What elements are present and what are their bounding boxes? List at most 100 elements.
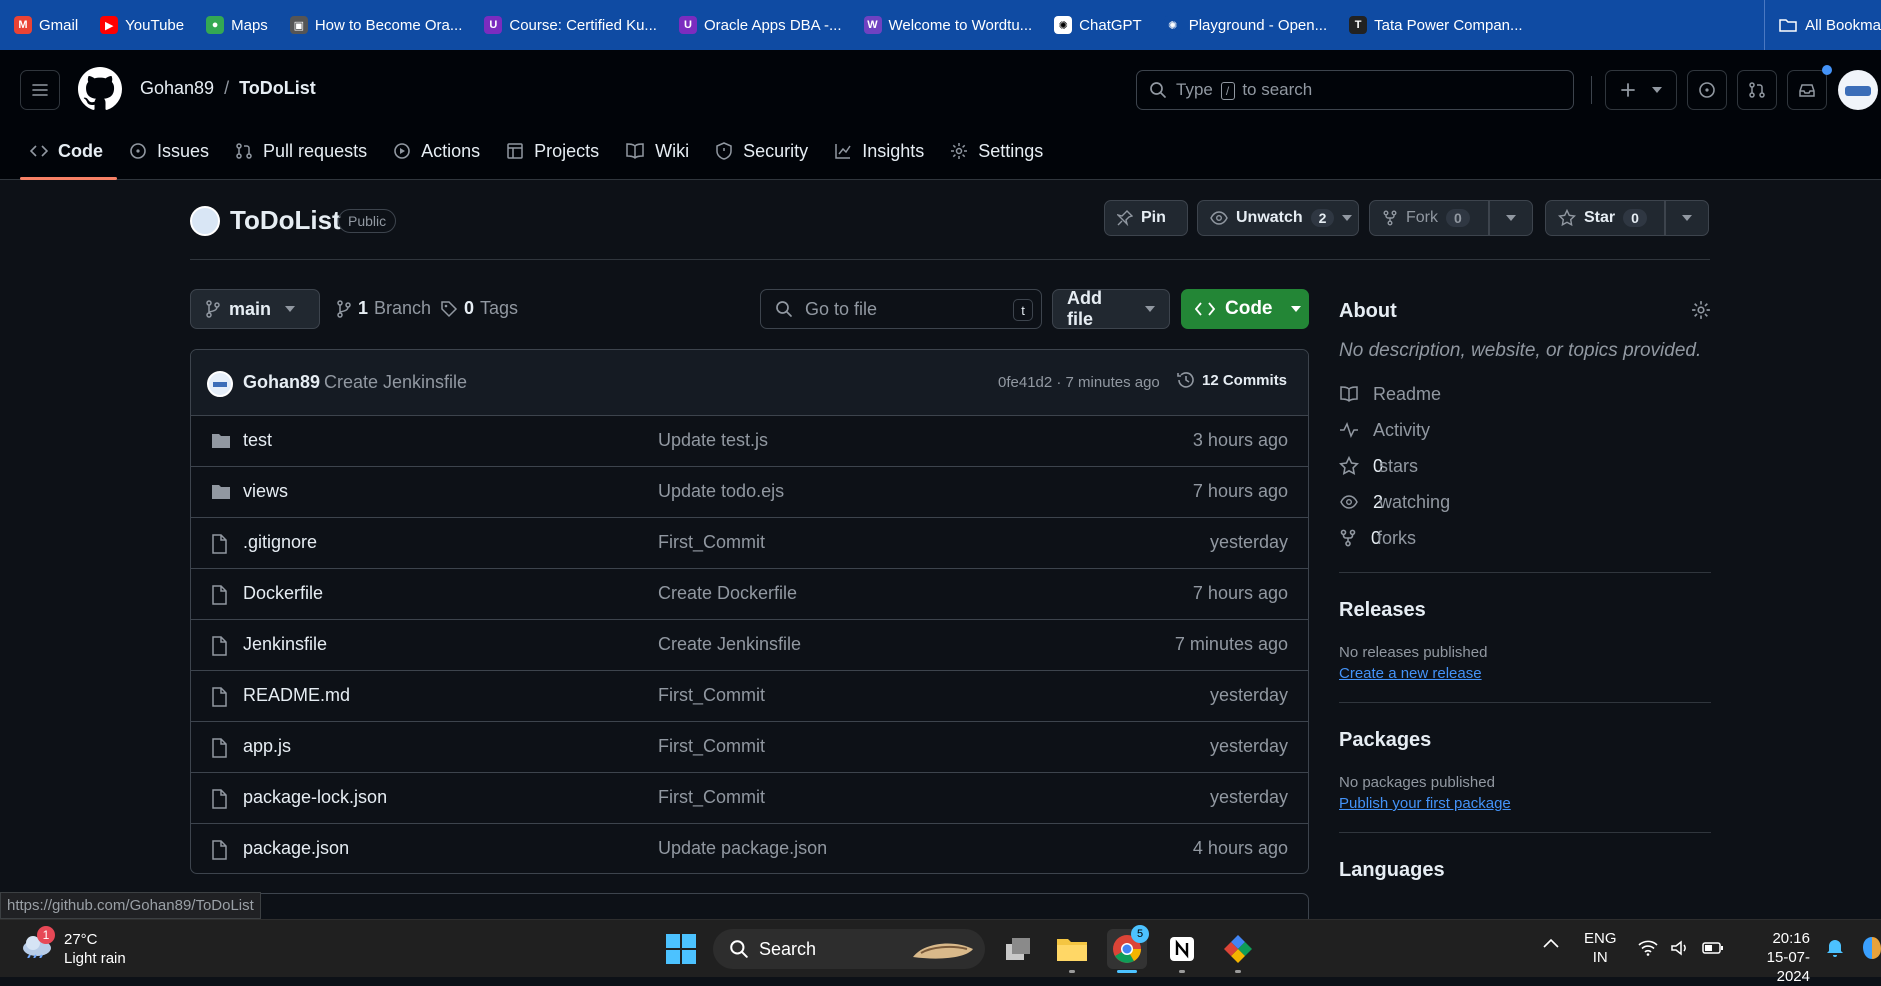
bookmark-item[interactable]: ✺ ChatGPT <box>1054 16 1142 34</box>
file-commit-message[interactable]: Update test.js <box>658 430 768 451</box>
create-release-link[interactable]: Create a new release <box>1339 665 1711 682</box>
tab-security[interactable]: Security <box>713 134 822 180</box>
tags-link[interactable]: 0 Tags <box>440 298 518 319</box>
bookmark-item[interactable]: ▣ How to Become Ora... <box>289 16 462 34</box>
bookmark-item[interactable]: T Tata Power Compan... <box>1349 16 1523 34</box>
add-file-button[interactable]: Add file <box>1052 288 1170 329</box>
file-name[interactable]: README.md <box>243 685 350 706</box>
show-hidden-icons-button[interactable] <box>1543 938 1559 948</box>
branch-select[interactable]: main <box>190 289 320 329</box>
pull-requests-button[interactable] <box>1737 70 1777 110</box>
notion-button[interactable] <box>1162 929 1202 973</box>
tab-actions[interactable]: Actions <box>391 134 494 180</box>
chrome-button[interactable]: 5 <box>1107 925 1149 973</box>
file-commit-message[interactable]: First_Commit <box>658 532 765 553</box>
app-button[interactable] <box>1218 929 1258 973</box>
inbox-button[interactable] <box>1787 65 1832 110</box>
table-row[interactable]: views Update todo.ejs 7 hours ago <box>191 467 1308 518</box>
notifications-button[interactable] <box>1826 937 1844 957</box>
file-explorer-button[interactable] <box>1052 929 1092 973</box>
file-name[interactable]: Dockerfile <box>243 583 323 604</box>
clock[interactable]: 20:16 15-07-2024 <box>1734 929 1810 986</box>
table-row[interactable]: README.md First_Commit yesterday <box>191 671 1308 722</box>
issues-button[interactable] <box>1687 70 1727 110</box>
tab-code[interactable]: Code <box>20 134 117 180</box>
start-button[interactable] <box>661 929 701 969</box>
clock-date: 15-07-2024 <box>1766 949 1810 985</box>
file-commit-message[interactable]: Create Jenkinsfile <box>658 634 801 655</box>
bookmark-item[interactable]: M Gmail <box>14 16 78 34</box>
tab-wiki[interactable]: Wiki <box>623 134 703 180</box>
file-name[interactable]: package-lock.json <box>243 787 387 808</box>
system-tray[interactable] <box>1638 940 1724 956</box>
activity-link[interactable]: Activity <box>1339 412 1711 448</box>
code-button[interactable]: Code <box>1181 289 1309 329</box>
commit-author[interactable]: Gohan89 <box>243 372 320 393</box>
tab-settings[interactable]: Settings <box>948 134 1057 180</box>
create-new-button[interactable] <box>1605 70 1677 110</box>
language-indicator[interactable]: ENG IN <box>1584 929 1617 967</box>
unwatch-button[interactable]: Unwatch 2 <box>1197 200 1359 236</box>
bookmark-item[interactable]: U Course: Certified Ku... <box>484 16 657 34</box>
copilot-icon[interactable] <box>1862 935 1881 961</box>
search-input[interactable]: Type / to search <box>1136 70 1574 110</box>
fork-dropdown-button[interactable] <box>1489 200 1533 236</box>
task-view-button[interactable] <box>998 929 1038 969</box>
github-logo-icon[interactable] <box>78 67 122 111</box>
avatar[interactable] <box>1838 70 1878 110</box>
pin-button[interactable]: Pin <box>1104 200 1188 236</box>
forks-link[interactable]: 0 forks <box>1339 520 1711 556</box>
releases-title[interactable]: Releases <box>1339 599 1711 622</box>
tab-projects[interactable]: Projects <box>504 134 613 180</box>
repo-title[interactable]: ToDoList <box>230 205 341 236</box>
star-dropdown-button[interactable] <box>1665 200 1709 236</box>
table-row[interactable]: test Update test.js 3 hours ago <box>191 416 1308 467</box>
tab-pull-requests[interactable]: Pull requests <box>233 134 381 180</box>
tab-insights[interactable]: Insights <box>832 134 938 180</box>
file-name[interactable]: Jenkinsfile <box>243 634 327 655</box>
file-commit-message[interactable]: First_Commit <box>658 787 765 808</box>
menu-button[interactable] <box>20 70 60 110</box>
taskbar-search[interactable]: Search <box>713 929 985 969</box>
bookmark-item[interactable]: ✺ Playground - Open... <box>1163 16 1327 34</box>
tab-issues[interactable]: Issues <box>127 134 223 180</box>
publish-package-link[interactable]: Publish your first package <box>1339 795 1711 812</box>
commits-link[interactable]: 12 Commits <box>1176 370 1287 390</box>
table-row[interactable]: package-lock.json First_Commit yesterday <box>191 773 1308 824</box>
file-commit-message[interactable]: First_Commit <box>658 685 765 706</box>
commit-message[interactable]: Create Jenkinsfile <box>324 372 467 393</box>
table-row[interactable]: app.js First_Commit yesterday <box>191 722 1308 773</box>
table-row[interactable]: Dockerfile Create Dockerfile 7 hours ago <box>191 569 1308 620</box>
watching-link[interactable]: 2 watching <box>1339 484 1711 520</box>
breadcrumb-owner[interactable]: Gohan89 <box>140 78 214 99</box>
bookmark-item[interactable]: W Welcome to Wordtu... <box>863 16 1032 34</box>
file-commit-message[interactable]: Update todo.ejs <box>658 481 784 502</box>
file-name[interactable]: app.js <box>243 736 291 757</box>
commit-meta[interactable]: 0fe41d2 · 7 minutes ago <box>998 374 1160 391</box>
all-bookmarks-button[interactable]: All Bookma <box>1764 0 1881 50</box>
file-name[interactable]: package.json <box>243 838 349 859</box>
readme-link[interactable]: Readme <box>1339 376 1711 412</box>
table-row[interactable]: package.json Update package.json 4 hours a… <box>191 824 1308 873</box>
about-settings-gear-icon[interactable] <box>1691 300 1711 320</box>
file-name[interactable]: .gitignore <box>243 532 317 553</box>
weather-widget[interactable]: 1 <box>20 926 60 970</box>
go-to-file-input[interactable]: Go to file t <box>760 289 1042 329</box>
bookmark-item[interactable]: U Oracle Apps DBA -... <box>678 16 842 34</box>
table-row[interactable]: Jenkinsfile Create Jenkinsfile 7 minutes a… <box>191 620 1308 671</box>
breadcrumb-repo[interactable]: ToDoList <box>239 78 316 99</box>
file-name[interactable]: test <box>243 430 272 451</box>
file-commit-message[interactable]: Update package.json <box>658 838 827 859</box>
packages-title[interactable]: Packages <box>1339 729 1711 752</box>
table-row[interactable]: .gitignore First_Commit yesterday <box>191 518 1308 569</box>
file-commit-message[interactable]: Create Dockerfile <box>658 583 797 604</box>
stars-link[interactable]: 0 stars <box>1339 448 1711 484</box>
bookmark-item[interactable]: ● Maps <box>206 16 268 34</box>
weather-text[interactable]: 27°C Light rain <box>64 930 126 968</box>
bookmark-item[interactable]: ▶ YouTube <box>100 16 184 34</box>
fork-button[interactable]: Fork 0 <box>1369 200 1489 236</box>
file-commit-message[interactable]: First_Commit <box>658 736 765 757</box>
star-button[interactable]: Star 0 <box>1545 200 1665 236</box>
file-name[interactable]: views <box>243 481 288 502</box>
branches-link[interactable]: 1 Branch <box>336 298 431 319</box>
